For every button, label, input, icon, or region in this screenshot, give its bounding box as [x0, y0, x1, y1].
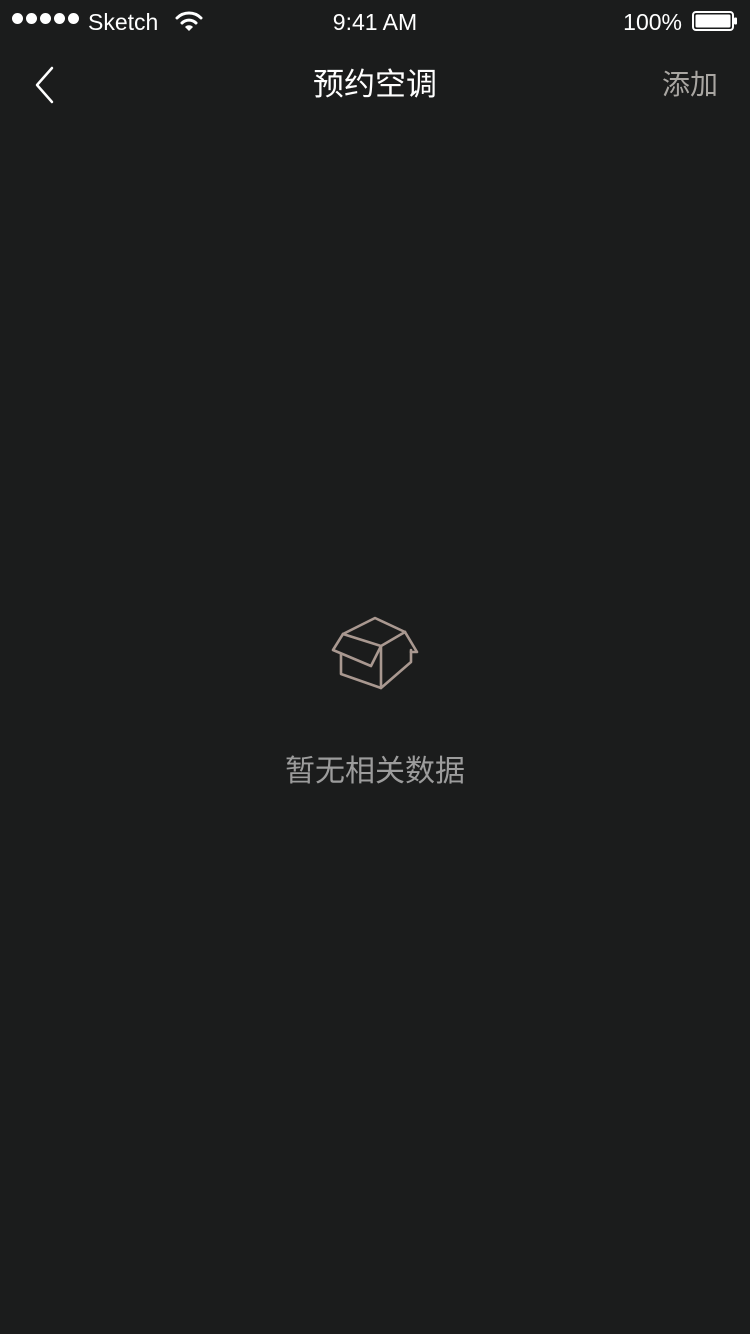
empty-message: 暂无相关数据 [285, 754, 465, 789]
battery-percent: 100% [623, 9, 682, 35]
open-box-icon [331, 616, 419, 690]
add-button[interactable]: 添加 [662, 67, 718, 103]
navigation-bar: 预约空调 添加 [0, 40, 750, 128]
page-title: 预约空调 [313, 67, 437, 103]
status-bar: Sketch 9:41 AM 100% [0, 0, 750, 40]
battery-icon [692, 11, 737, 31]
